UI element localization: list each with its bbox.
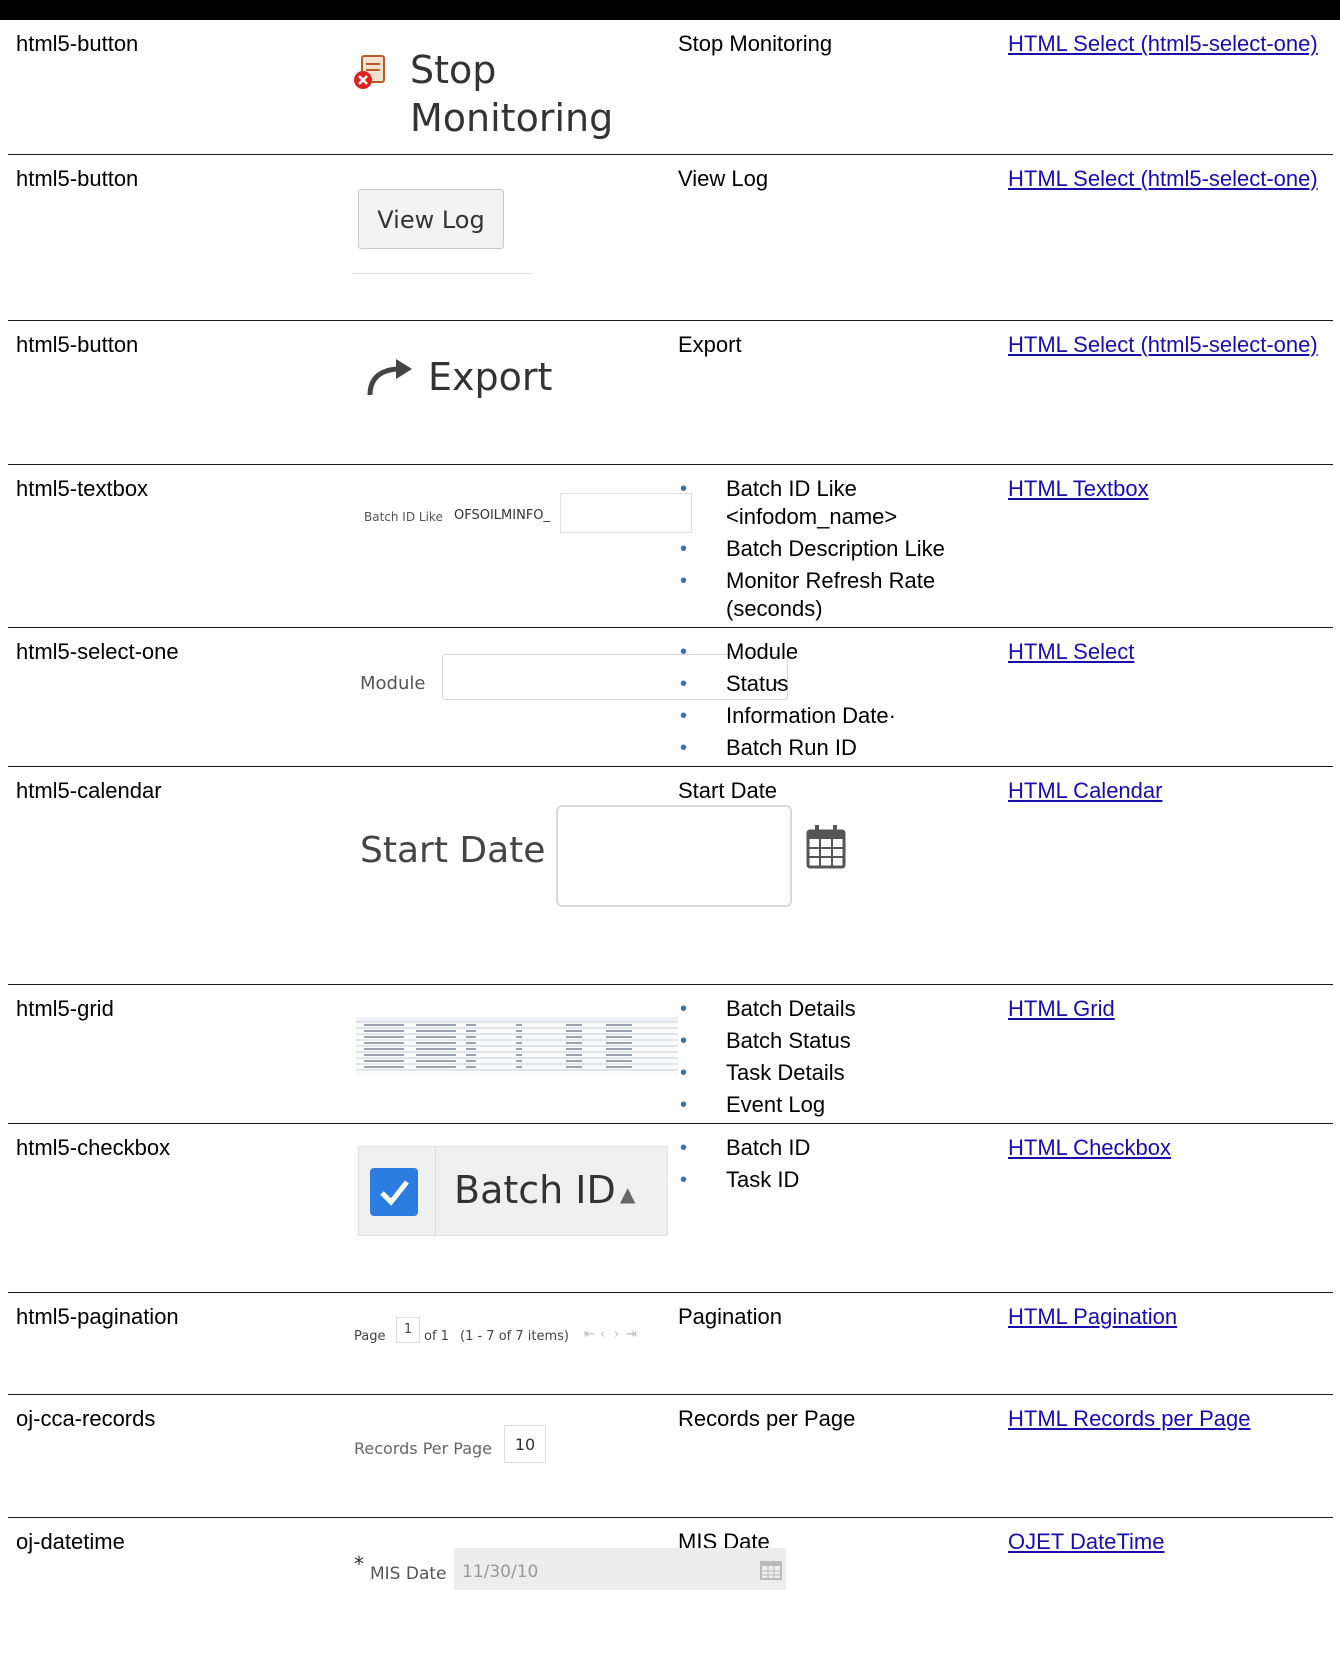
component-link[interactable]: HTML Records per Page [1008, 1406, 1251, 1431]
export-button[interactable]: Export [428, 351, 552, 403]
pagination-page-label: Page [354, 1328, 386, 1344]
preview-cell: View Log [338, 154, 670, 321]
pagination-of-label: of 1 [424, 1328, 449, 1344]
list-item: Batch Status [678, 1027, 992, 1055]
first-page-icon[interactable]: ⇤ [584, 1321, 595, 1349]
top-rule [0, 0, 1340, 20]
component-link[interactable]: OJET DateTime [1008, 1529, 1164, 1554]
component-items: Batch ID Task ID [670, 1123, 1000, 1293]
component-link[interactable]: HTML Select (html5-select-one) [1008, 31, 1318, 56]
component-items: Batch Details Batch Status Task Details … [670, 984, 1000, 1124]
start-date-input[interactable] [556, 804, 792, 907]
list-item: Information Date· [678, 702, 992, 730]
component-type: html5-button [8, 320, 338, 465]
next-page-icon[interactable]: › [614, 1321, 619, 1349]
preview-cell: Export [338, 320, 670, 465]
table-row: html5-checkbox Batch ID ▲ Batch ID Task … [8, 1123, 1333, 1293]
pagination-page-input[interactable]: 1 [396, 1316, 420, 1343]
component-type: html5-button [8, 154, 338, 321]
component-type: html5-textbox [8, 464, 338, 628]
preview-cell [338, 984, 678, 1124]
list-item: Batch ID Like <infodom_name> [678, 475, 992, 531]
export-icon [366, 358, 416, 397]
table-row: html5-grid • Batch Details • Batch Statu… [8, 984, 1333, 1124]
list-item: Status [678, 670, 992, 698]
component-link[interactable]: HTML Pagination [1008, 1304, 1177, 1329]
component-desc: Export [670, 320, 1000, 465]
module-label: Module [360, 672, 426, 694]
list-item: Task ID [678, 1166, 992, 1194]
batch-id-checkbox[interactable] [370, 1167, 418, 1216]
preview-cell: Batch ID ▲ [338, 1123, 670, 1293]
component-type: html5-checkbox [8, 1123, 338, 1293]
table-row: oj-cca-records Records Per Page 10 Recor… [8, 1394, 1333, 1518]
component-type: html5-calendar [8, 766, 338, 985]
start-date-label: Start Date [360, 829, 546, 871]
mis-date-label: MIS Date [370, 1563, 447, 1584]
component-type: oj-datetime [16, 1528, 125, 1554]
component-type: html5-select-one [8, 627, 338, 767]
last-page-icon[interactable]: ⇥ [626, 1321, 637, 1349]
component-desc: Pagination [670, 1292, 1000, 1395]
component-link[interactable]: HTML Select (html5-select-one) [1008, 166, 1318, 191]
list-item: Batch Details [678, 995, 992, 1023]
component-type: html5-pagination [8, 1292, 338, 1395]
component-link[interactable]: HTML Calendar [1008, 778, 1162, 803]
component-desc: Stop Monitoring [670, 20, 1000, 155]
mis-date-value: 11/30/10 [462, 1561, 539, 1582]
list-item: Monitor Refresh Rate (seconds) [678, 567, 992, 623]
component-type: oj-cca-records [8, 1394, 338, 1518]
preview-underline [352, 272, 532, 274]
prev-page-icon[interactable]: ‹ [600, 1321, 605, 1349]
preview-cell: Records Per Page 10 [338, 1394, 670, 1518]
preview-cell: * MIS Date 11/30/10 [338, 1517, 786, 1629]
table-row: html5-button Export Export HTML Select (… [8, 320, 1333, 465]
list-item: Event Log [678, 1091, 992, 1119]
list-item: Module [678, 638, 992, 666]
component-table: html5-button Stop Monitoring Stop Monito… [8, 20, 1333, 1629]
stop-monitoring-icon [352, 52, 392, 92]
records-per-page-input[interactable]: 10 [504, 1424, 546, 1463]
pagination-range: (1 - 7 of 7 items) [460, 1328, 569, 1344]
component-link[interactable]: HTML Select [1008, 639, 1134, 664]
stop-monitoring-button[interactable]: Stop Monitoring [410, 46, 662, 142]
table-row: html5-pagination Page 1 of 1 (1 - 7 of 7… [8, 1292, 1333, 1395]
component-type: html5-grid [8, 984, 338, 1124]
component-desc: Records per Page [670, 1394, 1000, 1518]
list-item: Batch Description Like [678, 535, 992, 563]
table-row: html5-button View Log View Log HTML Sele… [8, 154, 1333, 321]
sort-ascending-icon[interactable]: ▲ [620, 1180, 635, 1208]
list-item: Batch Run ID [678, 734, 992, 762]
component-link[interactable]: HTML Textbox [1008, 476, 1149, 501]
batch-id-like-label: Batch ID Like [364, 509, 443, 524]
batch-id-like-prefix: OFSOILMINFO_ [454, 507, 551, 523]
preview-cell: Page 1 of 1 (1 - 7 of 7 items) ⇤ ‹ › ⇥ [338, 1292, 670, 1395]
component-type: html5-button [8, 20, 338, 155]
table-row: html5-calendar Start Date Start Date HTM… [8, 766, 1333, 985]
calendar-icon[interactable] [760, 1558, 782, 1580]
table-row: oj-datetime * MIS Date 11/30/10 MIS Date… [8, 1517, 1333, 1629]
component-link[interactable]: HTML Grid [1008, 996, 1115, 1021]
component-link[interactable]: HTML Checkbox [1008, 1135, 1171, 1160]
component-desc: View Log [670, 154, 1000, 321]
component-items: Batch ID Like <infodom_name> Batch Descr… [670, 464, 1000, 628]
preview-cell: Stop Monitoring [338, 20, 670, 155]
grid-thumbnail [356, 1016, 678, 1075]
table-row: html5-select-one Module ⌄ Module Status … [8, 627, 1333, 767]
list-item: Batch ID [678, 1134, 992, 1162]
table-row: html5-button Stop Monitoring Stop Monito… [8, 20, 1333, 155]
component-link[interactable]: HTML Select (html5-select-one) [1008, 332, 1318, 357]
preview-cell: Module ⌄ [338, 627, 788, 767]
list-item: Task Details [678, 1059, 992, 1087]
batch-id-column-header[interactable]: Batch ID [454, 1166, 616, 1214]
batch-id-like-input[interactable] [560, 492, 692, 533]
records-per-page-label: Records Per Page [354, 1438, 493, 1458]
view-log-button[interactable]: View Log [358, 188, 504, 249]
calendar-icon[interactable] [806, 823, 846, 869]
component-items: Module Status Information Date· Batch Ru… [670, 627, 1000, 767]
required-marker: * [354, 1551, 364, 1576]
table-row: html5-textbox Batch ID Like OFSOILMINFO_… [8, 464, 1333, 628]
preview-cell: Start Date [338, 766, 846, 985]
preview-cell: Batch ID Like OFSOILMINFO_ [338, 464, 692, 628]
